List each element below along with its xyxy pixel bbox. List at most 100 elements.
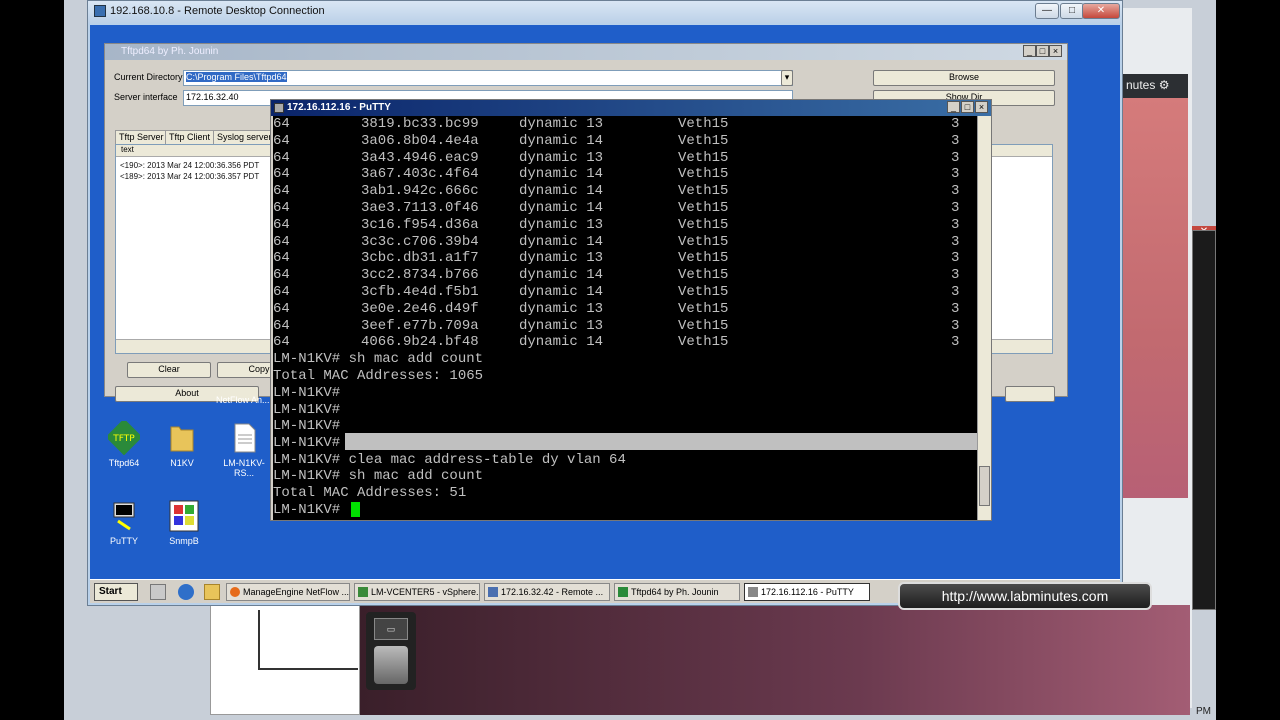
start-button[interactable]: Start — [94, 583, 138, 601]
rdp-minimize-button[interactable]: — — [1035, 3, 1059, 19]
list-item[interactable]: <189>: 2013 Mar 24 12:00:36.357 PDT — [120, 172, 259, 181]
terminal-screen[interactable]: 64 3819.bc33.bc99 dynamic 13 Veth15 3 64 3a06.… — [273, 116, 977, 520]
desktop-icon-putty[interactable]: PuTTY — [94, 499, 154, 546]
scrollbar-thumb[interactable] — [979, 466, 990, 506]
netflow-shortcut-label[interactable]: NetFlow An... — [216, 395, 270, 405]
tftpd-titlebar[interactable]: Tftpd64 by Ph. Jounin — [105, 44, 1067, 60]
vlan-cell: 64 — [273, 149, 290, 166]
snmpb-icon — [169, 500, 199, 532]
host-wallpaper — [360, 605, 1190, 715]
trash-icon[interactable] — [374, 646, 408, 684]
type-age-cell: dynamic 14 — [519, 200, 604, 216]
task-netflow[interactable]: ManageEngine NetFlow ... — [226, 583, 350, 601]
putty-titlebar[interactable]: 172.16.112.16 - PuTTY — [271, 100, 991, 116]
workspace-switcher-icon[interactable]: ▭ — [374, 618, 408, 640]
rdp-maximize-button[interactable]: □ — [1060, 3, 1084, 19]
list-item[interactable]: <190>: 2013 Mar 24 12:00:36.356 PDT — [120, 161, 259, 170]
rdp-title: 192.168.10.8 - Remote Desktop Connection — [110, 5, 325, 17]
mac-address-cell: 3a67.403c.4f64 — [361, 166, 479, 183]
svg-text:TFTP: TFTP — [112, 434, 135, 444]
task-tftpd64[interactable]: Tftpd64 by Ph. Jounin — [614, 583, 740, 601]
mac-table-row: 64 3a67.403c.4f64 dynamic 14 Veth15 3 — [273, 166, 977, 183]
type-age-cell: dynamic 14 — [519, 183, 604, 200]
desktop-icon-n1kv[interactable]: N1KV — [152, 421, 212, 468]
terminal-line: LM-N1KV# — [273, 385, 341, 401]
browse-button[interactable]: Browse — [873, 70, 1055, 86]
vlan-cell: 64 — [273, 216, 290, 233]
task-label: LM-VCENTER5 - vSphere... — [371, 587, 480, 597]
tab-tftp-server[interactable]: Tftp Server — [115, 130, 168, 144]
text-file-icon — [234, 423, 256, 453]
tftpd64-icon — [618, 587, 628, 597]
type-age-cell: dynamic 14 — [519, 284, 604, 300]
type-age-cell: dynamic 13 — [519, 216, 604, 233]
desktop-icon-snmpb[interactable]: SnmpB — [154, 499, 214, 546]
desktop-icon-tftpd64[interactable]: TFTP Tftpd64 — [94, 421, 154, 468]
mac-address-cell: 3cfb.4e4d.f5b1 — [361, 284, 479, 300]
clear-button[interactable]: Clear — [127, 362, 211, 378]
tftpd-maximize-button[interactable]: □ — [1036, 45, 1049, 57]
firefox-icon — [230, 587, 240, 597]
putty-maximize-button[interactable]: □ — [961, 101, 974, 113]
folder-icon — [170, 426, 194, 452]
mac-table-row: 64 3e0e.2e46.d49f dynamic 13 Veth15 3 — [273, 301, 977, 318]
mac-table-row: 64 3ae3.7113.0f46 dynamic 14 Veth15 3 — [273, 200, 977, 217]
secure-cell: 3 — [951, 132, 960, 149]
explorer-icon[interactable] — [204, 584, 220, 600]
rdp-app-icon — [94, 5, 106, 17]
terminal-line: LM-N1KV# clea mac address-table dy vlan … — [273, 452, 626, 468]
server-interface-label: Server interface — [114, 92, 178, 102]
tab-tftp-client[interactable]: Tftp Client — [165, 130, 215, 144]
mac-address-cell: 4066.9b24.bf48 — [361, 334, 479, 351]
secure-cell: 3 — [951, 166, 960, 183]
secure-cell: 3 — [951, 183, 960, 200]
task-vsphere[interactable]: LM-VCENTER5 - vSphere... — [354, 583, 480, 601]
vlan-cell: 64 — [273, 300, 290, 317]
port-cell: Veth15 — [678, 132, 729, 149]
task-remote-desktop[interactable]: 172.16.32.42 - Remote ... — [484, 583, 610, 601]
vlan-cell: 64 — [273, 267, 290, 284]
rdp-close-button[interactable]: ✕ — [1082, 3, 1120, 19]
port-cell: Veth15 — [678, 149, 729, 166]
mac-table-row: 64 3cc2.8734.b766 dynamic 14 Veth15 3 — [273, 267, 977, 284]
tftpd64-icon: TFTP — [108, 421, 140, 455]
terminal-scrollbar[interactable] — [977, 116, 991, 520]
directory-dropdown-icon[interactable]: ▾ — [781, 70, 793, 86]
terminal-line: LM-N1KV# — [273, 418, 341, 434]
type-age-cell: dynamic 13 — [519, 250, 604, 267]
remote-desktop-surface: Tftpd64 by Ph. Jounin _ □ × Current Dire… — [90, 25, 1120, 603]
ie-icon[interactable] — [178, 584, 194, 600]
mac-address-cell: 3eef.e77b.709a — [361, 317, 479, 334]
secure-cell: 3 — [951, 334, 960, 351]
vlan-cell: 64 — [273, 317, 290, 334]
port-cell: Veth15 — [678, 250, 729, 267]
desktop-icon-lm-n1kv[interactable]: LM-N1KV-RS... — [214, 421, 274, 478]
mac-table-row: 64 3cfb.4e4d.f5b1 dynamic 14 Veth15 3 — [273, 284, 977, 301]
task-putty[interactable]: 172.16.112.16 - PuTTY — [744, 583, 870, 601]
help-button[interactable] — [1005, 386, 1055, 402]
tftpd-close-button[interactable]: × — [1049, 45, 1062, 57]
watermark-url: http://www.labminutes.com — [898, 582, 1152, 610]
current-directory-field[interactable]: C:\Program Files\Tftpd64 — [183, 70, 793, 86]
mac-table-row: 64 3c16.f954.d36a dynamic 13 Veth15 3 — [273, 217, 977, 234]
type-age-cell: dynamic 14 — [519, 132, 604, 149]
putty-icon — [113, 502, 135, 531]
secure-cell: 3 — [951, 317, 960, 334]
putty-minimize-button[interactable]: _ — [947, 101, 960, 113]
port-cell: Veth15 — [678, 267, 729, 284]
mac-table-row: 64 3eef.e77b.709a dynamic 13 Veth15 3 — [273, 318, 977, 335]
mac-address-cell: 3a43.4946.eac9 — [361, 149, 479, 166]
mac-address-cell: 3cc2.8734.b766 — [361, 267, 479, 284]
terminal-line: Total MAC Addresses: 1065 — [273, 368, 484, 384]
rdp-icon — [488, 587, 498, 597]
show-desktop-icon[interactable] — [150, 584, 166, 600]
tftpd-minimize-button[interactable]: _ — [1023, 45, 1036, 57]
putty-close-button[interactable]: × — [975, 101, 988, 113]
port-cell: Veth15 — [678, 216, 729, 233]
tab-syslog-server[interactable]: Syslog server — [213, 130, 276, 144]
terminal-line: Total MAC Addresses: 51 — [273, 485, 467, 501]
rdp-titlebar[interactable]: 192.168.10.8 - Remote Desktop Connection… — [88, 1, 1122, 23]
secure-cell: 3 — [951, 200, 960, 216]
mac-table-row: 64 3a43.4946.eac9 dynamic 13 Veth15 3 — [273, 150, 977, 167]
vlan-cell: 64 — [273, 183, 290, 200]
